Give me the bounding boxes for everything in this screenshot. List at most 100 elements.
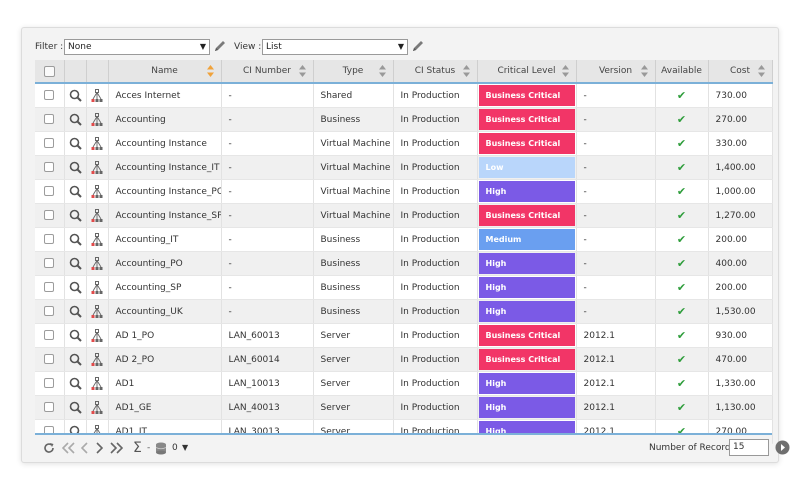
row-view-cell[interactable] bbox=[64, 131, 87, 156]
search-icon[interactable] bbox=[69, 185, 82, 198]
first-page-icon[interactable] bbox=[62, 442, 76, 454]
view-select[interactable]: List ▼ bbox=[262, 39, 408, 55]
row-checkbox[interactable] bbox=[44, 378, 55, 389]
row-relations-cell[interactable] bbox=[86, 323, 109, 348]
row-relations-cell[interactable] bbox=[86, 203, 109, 228]
relations-icon[interactable] bbox=[90, 328, 104, 343]
table-row[interactable]: AD1 LAN_10013 Server In Production High 2012.… bbox=[35, 371, 773, 396]
row-view-cell[interactable] bbox=[64, 323, 87, 348]
row-select-cell[interactable] bbox=[35, 131, 65, 156]
column-header-name[interactable]: Name bbox=[108, 60, 222, 84]
chevron-down-icon[interactable]: ▼ bbox=[182, 443, 188, 452]
search-icon[interactable] bbox=[69, 233, 82, 246]
row-view-cell[interactable] bbox=[64, 371, 87, 396]
search-icon[interactable] bbox=[69, 377, 82, 390]
table-row[interactable]: Accounting Instance_SP - Virtual Machine In… bbox=[35, 203, 773, 228]
search-icon[interactable] bbox=[69, 257, 82, 270]
row-select-cell[interactable] bbox=[35, 299, 65, 324]
row-relations-cell[interactable] bbox=[86, 251, 109, 276]
table-row[interactable]: Acces Internet - Shared In Production Busine… bbox=[35, 83, 773, 108]
filter-select[interactable]: None ▼ bbox=[64, 39, 210, 55]
refresh-icon[interactable] bbox=[43, 442, 55, 454]
row-relations-cell[interactable] bbox=[86, 107, 109, 132]
last-page-icon[interactable] bbox=[109, 442, 123, 454]
row-select-cell[interactable] bbox=[35, 323, 65, 348]
row-select-cell[interactable] bbox=[35, 83, 65, 108]
row-relations-cell[interactable] bbox=[86, 83, 109, 108]
row-checkbox[interactable] bbox=[44, 186, 55, 197]
relations-icon[interactable] bbox=[90, 232, 104, 247]
table-row[interactable]: Accounting Instance_PO - Virtual Machine In… bbox=[35, 179, 773, 204]
search-icon[interactable] bbox=[69, 137, 82, 150]
relations-icon[interactable] bbox=[90, 184, 104, 199]
column-header-critical-level[interactable]: Critical Level bbox=[477, 60, 577, 84]
relations-icon[interactable] bbox=[90, 304, 104, 319]
relations-icon[interactable] bbox=[90, 112, 104, 127]
column-header-type[interactable]: Type bbox=[313, 60, 394, 84]
row-view-cell[interactable] bbox=[64, 83, 87, 108]
table-row[interactable]: Accounting_SP - Business In Production High -… bbox=[35, 275, 773, 300]
row-select-cell[interactable] bbox=[35, 275, 65, 300]
records-per-page-input[interactable]: 15 bbox=[729, 439, 769, 456]
row-checkbox[interactable] bbox=[44, 258, 55, 269]
relations-icon[interactable] bbox=[90, 256, 104, 271]
row-view-cell[interactable] bbox=[64, 203, 87, 228]
row-checkbox[interactable] bbox=[44, 282, 55, 293]
table-row[interactable]: Accounting_UK - Business In Production High -… bbox=[35, 299, 773, 324]
row-checkbox[interactable] bbox=[44, 114, 55, 125]
relations-icon[interactable] bbox=[90, 400, 104, 415]
row-checkbox[interactable] bbox=[44, 234, 55, 245]
search-icon[interactable] bbox=[69, 161, 82, 174]
row-relations-cell[interactable] bbox=[86, 275, 109, 300]
row-relations-cell[interactable] bbox=[86, 227, 109, 252]
relations-icon[interactable] bbox=[90, 376, 104, 391]
table-row[interactable]: AD1_GE LAN_40013 Server In Production High 20… bbox=[35, 395, 773, 420]
table-row[interactable]: AD 1_PO LAN_60013 Server In Production Busin… bbox=[35, 323, 773, 348]
row-view-cell[interactable] bbox=[64, 347, 87, 372]
row-select-cell[interactable] bbox=[35, 371, 65, 396]
sum-icon[interactable]: Σ bbox=[133, 440, 142, 456]
row-view-cell[interactable] bbox=[64, 299, 87, 324]
row-select-cell[interactable] bbox=[35, 155, 65, 180]
relations-icon[interactable] bbox=[90, 208, 104, 223]
row-select-cell[interactable] bbox=[35, 347, 65, 372]
column-header-version[interactable]: Version bbox=[576, 60, 656, 84]
row-relations-cell[interactable] bbox=[86, 131, 109, 156]
row-view-cell[interactable] bbox=[64, 155, 87, 180]
row-checkbox[interactable] bbox=[44, 306, 55, 317]
row-select-cell[interactable] bbox=[35, 395, 65, 420]
row-view-cell[interactable] bbox=[64, 275, 87, 300]
previous-page-icon[interactable] bbox=[81, 442, 89, 454]
table-row[interactable]: Accounting_PO - Business In Production High -… bbox=[35, 251, 773, 276]
relations-icon[interactable] bbox=[90, 352, 104, 367]
table-row[interactable]: Accounting Instance - Virtual Machine In Pr… bbox=[35, 131, 773, 156]
relations-icon[interactable] bbox=[90, 160, 104, 175]
row-checkbox[interactable] bbox=[44, 138, 55, 149]
row-relations-cell[interactable] bbox=[86, 395, 109, 420]
row-select-cell[interactable] bbox=[35, 227, 65, 252]
select-all-checkbox[interactable] bbox=[43, 65, 55, 77]
row-select-cell[interactable] bbox=[35, 203, 65, 228]
row-relations-cell[interactable] bbox=[86, 347, 109, 372]
search-icon[interactable] bbox=[69, 281, 82, 294]
pencil-icon[interactable] bbox=[411, 39, 425, 55]
go-icon[interactable] bbox=[775, 440, 790, 455]
row-checkbox[interactable] bbox=[44, 90, 55, 101]
row-view-cell[interactable] bbox=[64, 179, 87, 204]
table-row[interactable]: AD 2_PO LAN_60014 Server In Production Busin… bbox=[35, 347, 773, 372]
column-header-available[interactable]: Available bbox=[655, 60, 709, 84]
row-view-cell[interactable] bbox=[64, 395, 87, 420]
row-checkbox[interactable] bbox=[44, 162, 55, 173]
row-select-cell[interactable] bbox=[35, 251, 65, 276]
relations-icon[interactable] bbox=[90, 280, 104, 295]
search-icon[interactable] bbox=[69, 209, 82, 222]
relations-icon[interactable] bbox=[90, 88, 104, 103]
table-row[interactable]: Accounting Instance_IT - Virtual Machine In… bbox=[35, 155, 773, 180]
column-header-ci-status[interactable]: CI Status bbox=[393, 60, 478, 84]
row-view-cell[interactable] bbox=[64, 251, 87, 276]
row-relations-cell[interactable] bbox=[86, 179, 109, 204]
row-relations-cell[interactable] bbox=[86, 299, 109, 324]
row-select-cell[interactable] bbox=[35, 107, 65, 132]
table-row[interactable]: Accounting_IT - Business In Production Mediu… bbox=[35, 227, 773, 252]
row-checkbox[interactable] bbox=[44, 210, 55, 221]
